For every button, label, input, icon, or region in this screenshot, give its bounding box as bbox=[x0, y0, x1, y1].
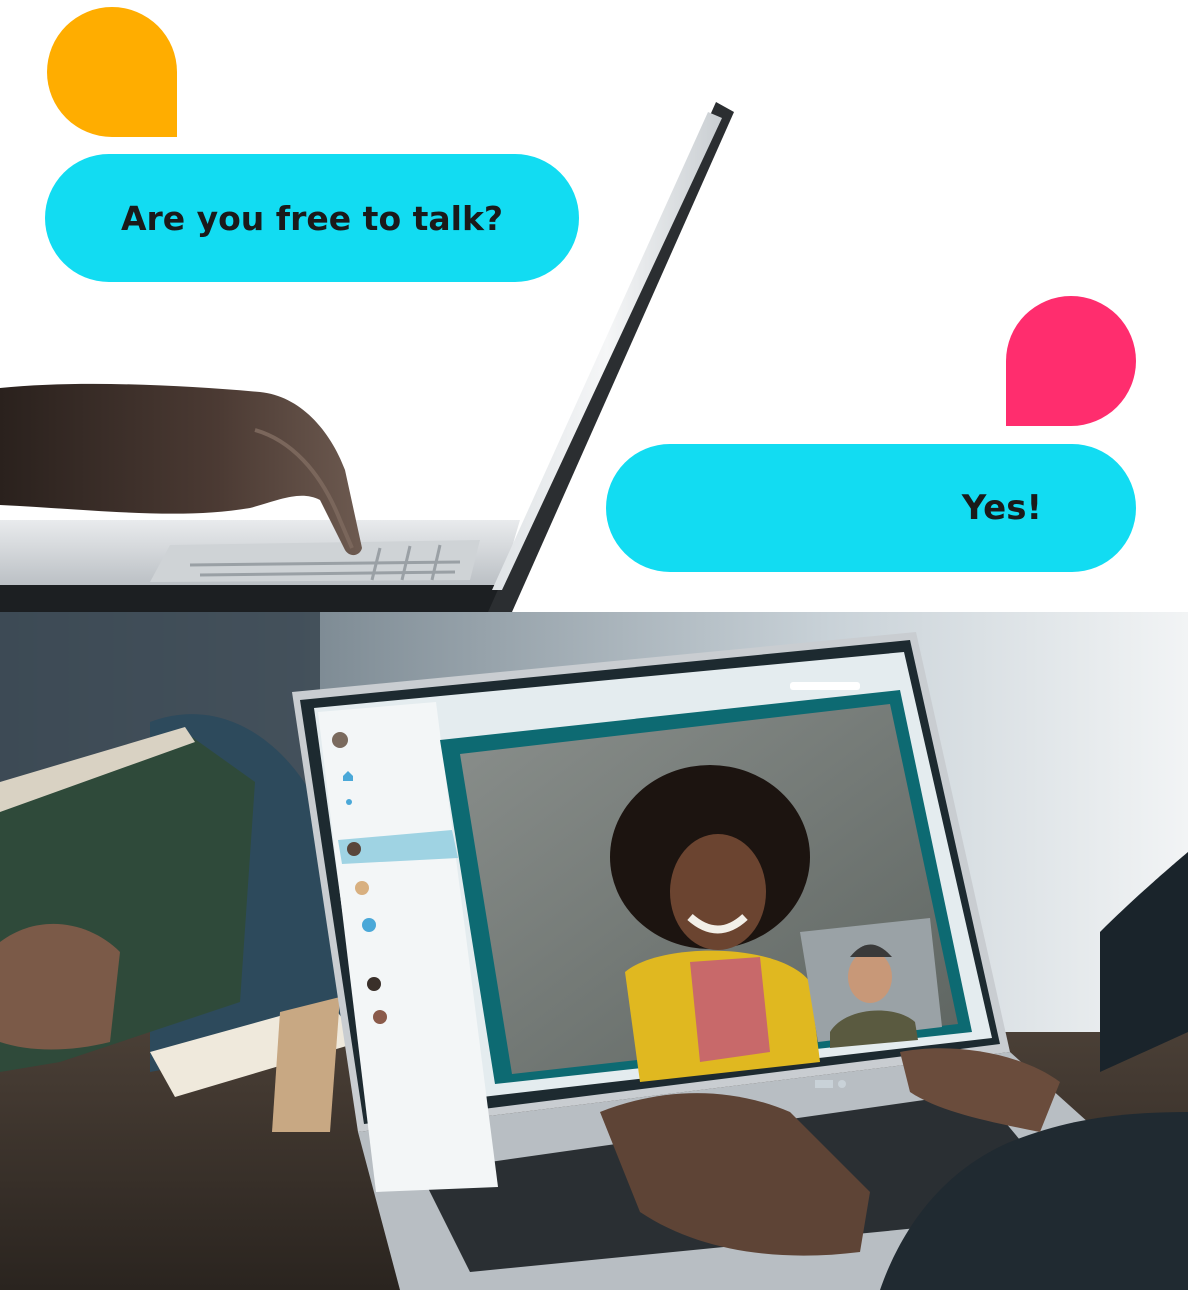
person-icon[interactable] bbox=[346, 799, 352, 805]
answer-text: Yes! bbox=[961, 488, 1042, 528]
contact-avatar-1[interactable] bbox=[347, 842, 361, 856]
video-call-photo bbox=[0, 612, 1188, 1290]
signal-icon bbox=[815, 1080, 833, 1088]
answer-speaker-dot bbox=[1006, 296, 1136, 426]
video-call-scene bbox=[0, 612, 1188, 1290]
contact-avatar-4[interactable] bbox=[367, 977, 381, 991]
laptop-base-edge bbox=[0, 585, 500, 612]
chat-illustration-panel: Are you free to talk? Yes! bbox=[0, 0, 1188, 612]
left-hands bbox=[0, 923, 120, 1050]
avatar bbox=[332, 732, 348, 748]
contact-avatar-3[interactable] bbox=[362, 918, 376, 932]
collage: Are you free to talk? Yes! bbox=[0, 0, 1188, 1290]
settings-icon[interactable] bbox=[838, 1080, 846, 1088]
question-text: Are you free to talk? bbox=[120, 198, 504, 238]
question-bubble: Are you free to talk? bbox=[45, 154, 579, 282]
contact-avatar-2[interactable] bbox=[355, 881, 369, 895]
answer-bubble: Yes! bbox=[606, 444, 1136, 572]
self-view-face bbox=[848, 951, 892, 1003]
contact-avatar-5[interactable] bbox=[373, 1010, 387, 1024]
search-box[interactable] bbox=[790, 682, 860, 690]
question-speaker-dot bbox=[47, 7, 177, 137]
